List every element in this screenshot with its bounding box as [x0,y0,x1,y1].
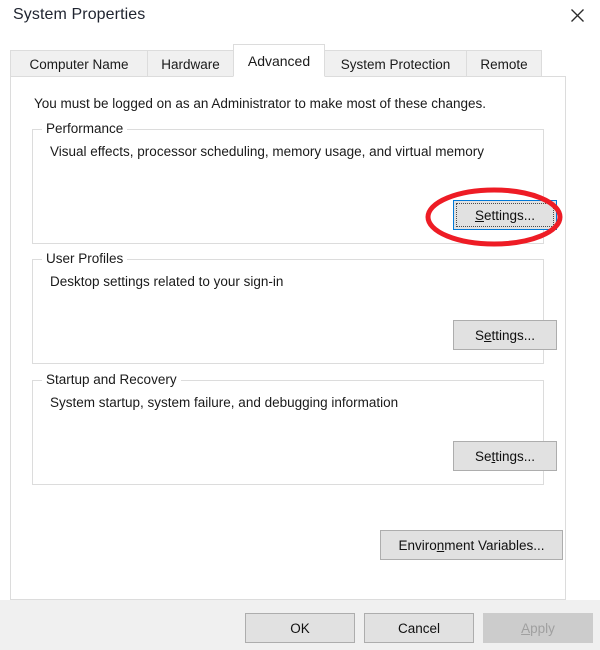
performance-settings-button[interactable]: Settings... [453,200,557,230]
tab-remote[interactable]: Remote [466,50,542,77]
button-label-prefix: S [474,327,484,343]
user-profiles-group-label: User Profiles [42,251,128,266]
title-bar: System Properties [0,0,600,36]
performance-group-label: Performance [42,121,128,136]
tab-computer-name[interactable]: Computer Name [10,50,148,77]
apply-button: Apply [483,613,593,643]
tab-label: System Protection [340,56,451,72]
close-icon[interactable] [554,0,600,30]
tab-label: Advanced [247,52,311,69]
tab-system-protection[interactable]: System Protection [324,50,467,77]
button-label-accel: S [474,207,484,223]
user-profiles-group: User Profiles Desktop settings related t… [32,251,557,364]
system-properties-window: System Properties Computer Name Hardware… [0,0,600,650]
tab-strip: Computer Name Hardware Advanced System P… [10,44,566,77]
button-label-suffix: ettings... [483,207,536,223]
user-profiles-settings-button[interactable]: Se ttings... [453,320,557,350]
tab-label: Remote [480,56,528,72]
window-title: System Properties [13,6,146,23]
button-label-prefix: Enviro [398,537,437,553]
startup-recovery-settings-button[interactable]: Se t tings... [453,441,557,471]
tab-label: Hardware [161,56,220,72]
button-label-accel: n [436,537,445,553]
button-label-suffix: tings... [495,448,536,464]
performance-group: Performance Visual effects, processor sc… [32,121,557,244]
button-label-accel: e [483,327,492,343]
startup-recovery-group-label: Startup and Recovery [42,372,181,387]
performance-description: Visual effects, processor scheduling, me… [50,144,484,159]
ok-button[interactable]: OK [245,613,355,643]
startup-recovery-description: System startup, system failure, and debu… [50,395,399,410]
button-label-accel: A [521,620,531,636]
button-label-prefix: Cancel [397,620,441,636]
cancel-button[interactable]: Cancel [364,613,474,643]
button-label-suffix: ment Variables... [444,537,545,553]
environment-variables-button[interactable]: Enviro n ment Variables... [380,530,563,560]
button-label-prefix: OK [290,620,310,636]
tab-advanced[interactable]: Advanced [233,44,325,77]
button-label-suffix: ttings... [491,327,536,343]
tab-label: Computer Name [29,56,129,72]
user-profiles-description: Desktop settings related to your sign-in [50,274,284,289]
button-label-prefix: Se [474,448,492,464]
advanced-tab-panel: You must be logged on as an Administrato… [10,76,566,600]
administrator-note: You must be logged on as an Administrato… [34,96,487,111]
button-label-suffix: pply [530,620,555,636]
tab-hardware[interactable]: Hardware [147,50,234,77]
startup-recovery-group: Startup and Recovery System startup, sys… [32,372,557,485]
dialog-footer: OK Cancel Apply [0,600,600,650]
